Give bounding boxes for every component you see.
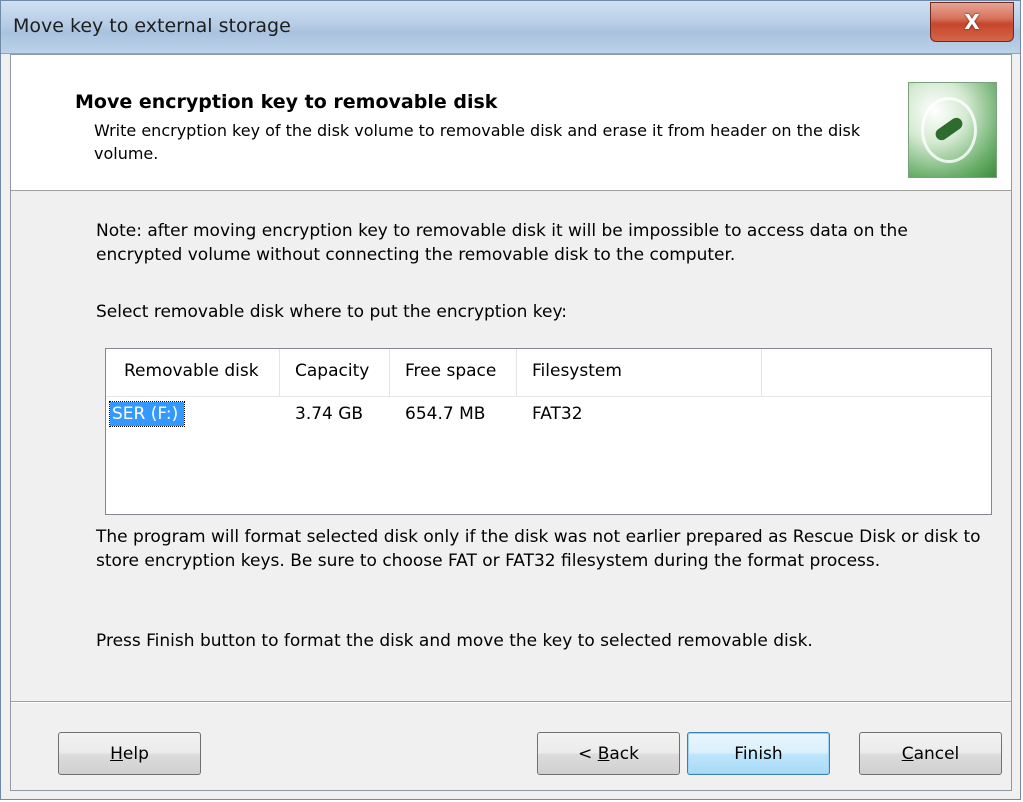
note-text: Note: after moving encryption key to rem… [96, 221, 908, 265]
back-label-post: ack [609, 743, 639, 764]
help-label-post: elp [122, 743, 149, 764]
cell-free-space: 654.7 MB [405, 404, 486, 424]
cell-capacity: 3.74 GB [295, 404, 364, 424]
cancel-accel-key: C [901, 743, 914, 764]
help-button[interactable]: Help [58, 732, 201, 775]
back-accel-key: B [597, 743, 610, 764]
back-label-pre: < [578, 743, 598, 764]
header-title: Move encryption key to removable disk [75, 91, 498, 113]
selected-disk-name: SER (F:) [108, 401, 186, 427]
finish-label: Finish [734, 743, 783, 764]
removable-disk-list[interactable]: Removable disk Capacity Free space Files… [105, 348, 992, 515]
column-header-free-space[interactable]: Free space [390, 349, 517, 396]
footer-separator [11, 701, 1011, 703]
title-bar[interactable]: Move key to external storage X [1, 1, 1020, 54]
close-button[interactable]: X [930, 2, 1014, 42]
cell-filesystem: FAT32 [532, 404, 583, 424]
dialog-window: Move key to external storage X Move encr… [0, 0, 1021, 800]
column-header-empty [762, 349, 991, 396]
help-accel-key: H [110, 743, 123, 764]
finish-button[interactable]: Finish [687, 732, 830, 775]
header-subtitle: Write encryption key of the disk volume … [94, 121, 861, 163]
column-header-filesystem[interactable]: Filesystem [517, 349, 762, 396]
column-header-removable-disk[interactable]: Removable disk [106, 349, 280, 396]
dialog-client-area: Move encryption key to removable disk Wr… [10, 54, 1012, 791]
select-prompt: Select removable disk where to put the e… [96, 302, 568, 322]
wizard-header: Move encryption key to removable disk Wr… [11, 55, 1011, 191]
key-lock-icon [908, 82, 997, 178]
back-button[interactable]: < Back [537, 732, 680, 775]
window-title: Move key to external storage [13, 15, 291, 37]
list-header: Removable disk Capacity Free space Files… [106, 349, 991, 397]
column-header-capacity[interactable]: Capacity [280, 349, 390, 396]
finish-hint-text: Press Finish button to format the disk a… [96, 631, 813, 651]
cancel-button[interactable]: Cancel [859, 732, 1002, 775]
cancel-label-post: ancel [913, 743, 960, 764]
list-row-disk-f[interactable]: SER (F:) 3.74 GB 654.7 MB FAT32 [106, 398, 991, 431]
format-info-text: The program will format selected disk on… [96, 527, 981, 571]
cell-disk: SER (F:) [106, 398, 280, 431]
close-icon: X [964, 10, 980, 34]
